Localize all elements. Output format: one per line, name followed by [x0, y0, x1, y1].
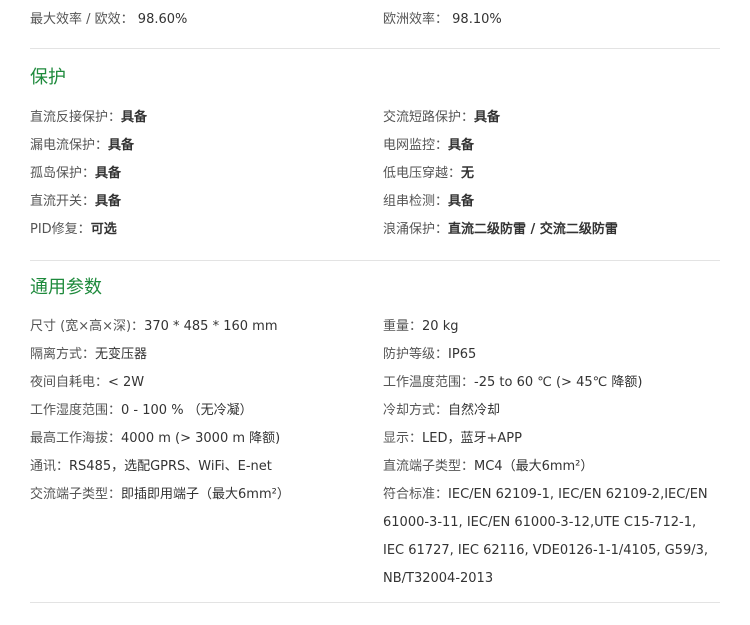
spec-label: 漏电流保护：: [30, 138, 109, 153]
spec-row: 交流端子类型：即插即用端子（最大6mm²） 符合标准：IEC/EN 62109-…: [30, 481, 720, 621]
spec-row: 隔离方式：无变压器 防护等级：IP65: [30, 341, 720, 369]
spec-label: 浪涌保护：: [383, 222, 449, 237]
spec-row: 最高工作海拔：4000 m (> 3000 m 降额) 显示：LED，蓝牙+AP…: [30, 425, 720, 453]
spec-label: 孤岛保护：: [30, 166, 96, 181]
divider: [30, 602, 720, 603]
spec-row: 孤岛保护：具备 低电压穿越：无: [30, 160, 720, 188]
spec-label: 工作温度范围：: [383, 375, 475, 390]
spec-value: 具备: [95, 194, 122, 209]
spec-value: 自然冷却: [448, 403, 501, 418]
standards-cell: 符合标准：IEC/EN 62109-1, IEC/EN 62109-2,IEC/…: [383, 481, 720, 593]
spec-value: 370 * 485 * 160 mm: [144, 319, 278, 334]
spec-value: 具备: [95, 166, 122, 181]
spec-row: 漏电流保护：具备 电网监控：具备: [30, 132, 720, 160]
spec-value: 直流二级防雷 / 交流二级防雷: [448, 222, 618, 237]
max-efficiency-label: 最大效率 / 欧效：: [30, 12, 134, 27]
divider: [30, 48, 720, 49]
divider: [30, 260, 720, 261]
spec-label: 隔离方式：: [30, 347, 96, 362]
euro-efficiency: 欧洲效率： 98.10%: [383, 6, 502, 34]
spec-value: 可选: [90, 222, 117, 237]
spec-label: 防护等级：: [383, 347, 449, 362]
spec-value: 无变压器: [95, 347, 148, 362]
spec-label: 组串检测：: [383, 194, 449, 209]
spec-value: 无: [461, 166, 475, 181]
spec-row: 夜间自耗电：< 2W 工作温度范围：-25 to 60 ℃ (> 45℃ 降额): [30, 369, 720, 397]
spec-value: MC4（最大6mm²）: [474, 459, 594, 474]
spec-label: 工作湿度范围：: [30, 403, 122, 418]
spec-row: 尺寸 (宽×高×深)：370 * 485 * 160 mm 重量：20 kg: [30, 313, 720, 341]
efficiency-row: 最大效率 / 欧效： 98.60% 欧洲效率： 98.10%: [30, 6, 720, 34]
spec-value: 具备: [121, 110, 148, 125]
spec-label: 直流反接保护：: [30, 110, 122, 125]
spec-label: 最高工作海拔：: [30, 431, 122, 446]
max-efficiency: 最大效率 / 欧效： 98.60%: [30, 6, 187, 34]
spec-value: < 2W: [108, 375, 145, 390]
spec-row: PID修复：可选 浪涌保护：直流二级防雷 / 交流二级防雷: [30, 216, 720, 244]
spec-label: 低电压穿越：: [383, 166, 462, 181]
spec-value: 20 kg: [422, 319, 459, 334]
euro-efficiency-label: 欧洲效率：: [383, 12, 449, 27]
spec-value: IP65: [448, 347, 477, 362]
spec-label: 交流短路保护：: [383, 110, 475, 125]
spec-value: RS485，选配GPRS、WiFi、E-net: [69, 459, 272, 474]
protection-list: 直流反接保护：具备 交流短路保护：具备 漏电流保护：具备 电网监控：具备 孤岛保…: [30, 104, 720, 244]
spec-value: 具备: [474, 110, 501, 125]
standards-label: 符合标准：: [383, 487, 449, 502]
spec-value: 即插即用端子（最大6mm²）: [121, 487, 290, 502]
spec-row: 通讯：RS485，选配GPRS、WiFi、E-net 直流端子类型：MC4（最大…: [30, 453, 720, 481]
spec-label: PID修复：: [30, 222, 91, 237]
spec-row: 直流开关：具备 组串检测：具备: [30, 188, 720, 216]
spec-label: 夜间自耗电：: [30, 375, 109, 390]
spec-label: 重量：: [383, 319, 423, 334]
spec-label: 显示：: [383, 431, 423, 446]
spec-label: 直流端子类型：: [383, 459, 475, 474]
spec-label: 冷却方式：: [383, 403, 449, 418]
spec-label: 电网监控：: [383, 138, 449, 153]
spec-value: 具备: [448, 138, 475, 153]
euro-efficiency-value: 98.10%: [452, 12, 502, 27]
section-title-general: 通用参数: [30, 277, 102, 298]
max-efficiency-value: 98.60%: [137, 12, 188, 27]
spec-value: LED，蓝牙+APP: [422, 431, 522, 446]
spec-value: 4000 m (> 3000 m 降额): [121, 431, 281, 446]
spec-label: 通讯：: [30, 459, 70, 474]
spec-value: 具备: [108, 138, 135, 153]
general-list: 尺寸 (宽×高×深)：370 * 485 * 160 mm 重量：20 kg 隔…: [30, 313, 720, 621]
spec-label: 交流端子类型：: [30, 487, 122, 502]
spec-value: 0 - 100 % （无冷凝）: [121, 403, 253, 418]
spec-row: 工作湿度范围：0 - 100 % （无冷凝） 冷却方式：自然冷却: [30, 397, 720, 425]
spec-row: 直流反接保护：具备 交流短路保护：具备: [30, 104, 720, 132]
spec-value: 具备: [448, 194, 475, 209]
spec-label: 尺寸 (宽×高×深)：: [30, 319, 145, 334]
section-title-protection: 保护: [30, 67, 66, 88]
spec-label: 直流开关：: [30, 194, 96, 209]
spec-value: -25 to 60 ℃ (> 45℃ 降额): [474, 375, 643, 390]
